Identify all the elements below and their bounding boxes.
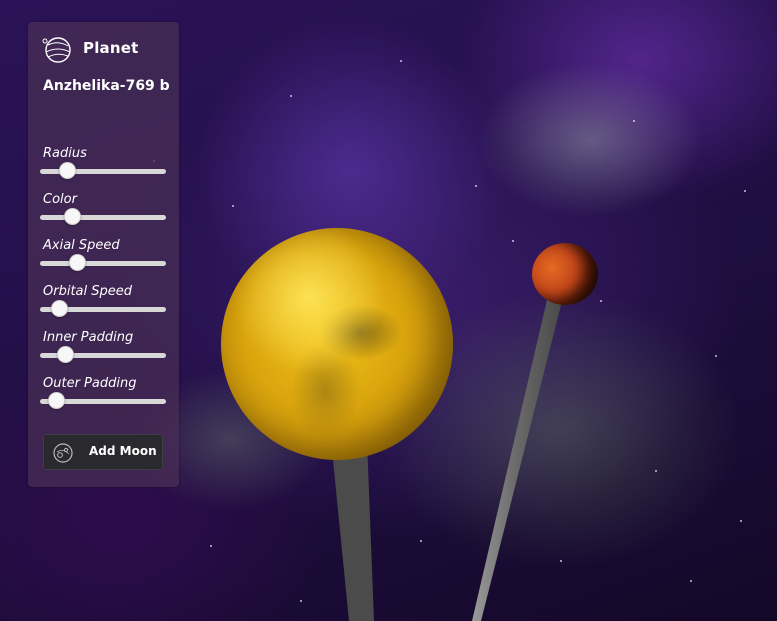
planet-panel: Planet Anzhelika-769 b Radius Color Axia… <box>28 22 179 487</box>
outer-padding-slider-thumb[interactable] <box>47 392 65 409</box>
radius-control: Radius <box>40 146 168 186</box>
inner-padding-control: Inner Padding <box>40 330 168 370</box>
outer-padding-label: Outer Padding <box>43 376 137 391</box>
add-moon-label: Add Moon <box>89 444 157 458</box>
planet-name: Anzhelika-769 b <box>43 78 170 94</box>
inner-padding-label: Inner Padding <box>43 330 134 345</box>
orbital-speed-label: Orbital Speed <box>43 284 133 299</box>
color-slider-thumb[interactable] <box>63 208 81 225</box>
selected-planet[interactable] <box>532 243 598 305</box>
panel-header: Planet <box>40 36 170 63</box>
inner-padding-slider-thumb[interactable] <box>57 346 75 363</box>
color-slider-track[interactable] <box>40 215 166 220</box>
moon-orbit-icon <box>53 443 73 463</box>
radius-label: Radius <box>43 146 87 161</box>
axial-speed-label: Axial Speed <box>43 238 120 253</box>
color-control: Color <box>40 192 168 232</box>
outer-padding-control: Outer Padding <box>40 376 168 416</box>
planet-icon <box>42 37 71 63</box>
orbit-pole-sun <box>331 440 374 621</box>
add-moon-button[interactable]: Add Moon <box>43 434 163 470</box>
orbit-pole-planet <box>472 300 561 621</box>
central-star[interactable] <box>221 228 453 460</box>
color-label: Color <box>43 192 77 207</box>
orbital-speed-control: Orbital Speed <box>40 284 168 324</box>
radius-slider-thumb[interactable] <box>58 162 76 179</box>
orbital-speed-slider-thumb[interactable] <box>50 300 68 317</box>
axial-speed-control: Axial Speed <box>40 238 168 278</box>
panel-title: Planet <box>83 39 139 57</box>
axial-speed-slider-thumb[interactable] <box>69 254 87 271</box>
axial-speed-slider-track[interactable] <box>40 261 166 266</box>
